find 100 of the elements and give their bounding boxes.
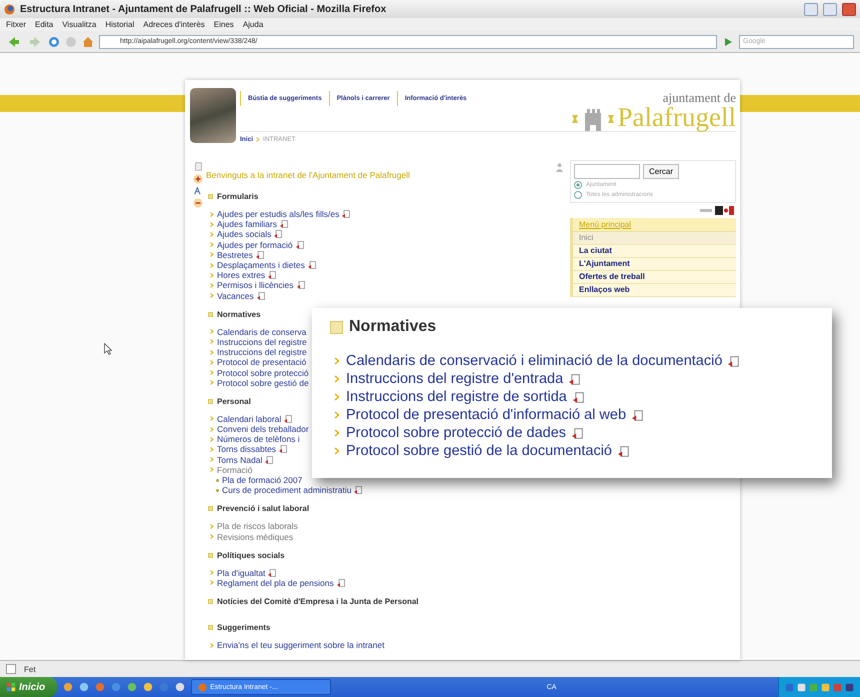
bullet-icon — [334, 375, 340, 383]
quick-launch-icon[interactable] — [63, 682, 74, 692]
menu-item[interactable]: Adreces d'interès — [143, 20, 205, 29]
document-link[interactable]: Protocol sobre protecció — [217, 368, 309, 378]
quick-launch-icon[interactable] — [127, 682, 138, 692]
document-icon — [296, 240, 304, 249]
bullet-icon — [210, 524, 214, 529]
menu-link[interactable]: La ciutat — [573, 245, 736, 258]
quick-launch-icon[interactable] — [143, 682, 154, 692]
section-title: Prevenció i salut laboral — [217, 504, 310, 514]
document-icon — [572, 428, 584, 438]
zoom-in-icon[interactable] — [193, 174, 203, 184]
bullet-icon — [210, 416, 214, 422]
document-link[interactable]: Conveni dels treballador — [217, 424, 309, 434]
document-link[interactable]: Bestretes — [217, 250, 253, 260]
quick-launch-icon[interactable] — [111, 682, 122, 692]
callout-title: Normatives — [349, 318, 436, 336]
bullet-icon — [210, 457, 214, 462]
reload-icon[interactable] — [48, 36, 60, 48]
print-icon[interactable] — [194, 162, 202, 171]
home-icon[interactable] — [82, 36, 94, 48]
square-bullet-icon — [208, 506, 213, 512]
maximize-button[interactable] — [823, 2, 837, 16]
document-link[interactable]: Envia'ns el teu suggeriment sobre la intranet — [217, 640, 384, 650]
document-link[interactable]: Desplaçaments i dietes — [217, 260, 305, 270]
document-link[interactable]: Reglament del pla de pensions — [217, 578, 334, 588]
document-link[interactable]: Permisos i llicències — [217, 280, 294, 290]
castle-logo-icon — [572, 107, 614, 131]
menu-link[interactable]: Ofertes de treball — [573, 271, 736, 284]
document-link[interactable]: Protocol sobre gestió de la documentació — [346, 443, 612, 459]
menu-heading: Menú principal — [573, 218, 736, 232]
square-bullet-icon — [208, 625, 213, 630]
quick-launch-icon[interactable] — [175, 682, 186, 692]
document-link[interactable]: Instruccions del registre de sortida — [346, 389, 567, 405]
document-link[interactable]: Calendaris de conservació i eliminació de la documentació — [346, 353, 722, 369]
document-link[interactable]: Protocol de presentació — [217, 357, 306, 368]
document-link[interactable]: Vacances — [217, 290, 254, 301]
document-link[interactable]: Pla d'igualtat — [217, 568, 266, 578]
document-icon — [268, 271, 276, 280]
document-link[interactable]: Ajudes per formació — [217, 240, 293, 250]
document-link[interactable]: Pla de formació 2007 — [222, 475, 302, 486]
document-link[interactable]: Instruccions del registre — [217, 347, 307, 358]
document-link[interactable]: Torns Nadal — [217, 454, 262, 465]
document-link[interactable]: Ajudes socials — [217, 229, 272, 240]
document-link[interactable]: Curs de procediment administratiu — [222, 485, 352, 496]
bullet-icon — [210, 339, 214, 344]
bullet-icon — [210, 350, 214, 355]
document-link[interactable]: Protocol sobre gestió de — [217, 378, 309, 388]
document-link[interactable]: Hores extres — [217, 270, 266, 280]
document-icon — [256, 250, 264, 259]
document-icon — [354, 486, 362, 494]
document-icon — [728, 356, 740, 366]
document-link[interactable]: Ajudes per estudis als/les fills/es — [217, 209, 340, 220]
search-input[interactable] — [574, 164, 640, 179]
document-link[interactable]: Instruccions del registre — [217, 336, 307, 347]
bullet-icon — [210, 467, 214, 472]
bullet-icon — [210, 212, 214, 217]
bullet-icon — [210, 380, 214, 386]
start-button[interactable]: Inicio — [0, 677, 58, 697]
zoom-out-icon[interactable] — [193, 198, 203, 208]
document-icon — [618, 446, 629, 456]
document-icon — [265, 456, 274, 464]
document-icon — [342, 210, 350, 218]
menu-item[interactable]: Historial — [105, 20, 134, 29]
menu-link[interactable]: L'Ajuntament — [573, 258, 736, 271]
welcome-text: Benvinguts a la intranet de l'Ajuntament de Palafrugell — [206, 170, 411, 180]
minimize-button[interactable] — [804, 2, 818, 16]
bullet-icon — [210, 570, 214, 576]
logo-title: Palafrugell — [618, 104, 736, 131]
status-text: Fet — [24, 664, 36, 674]
document-icon — [336, 578, 345, 587]
document-link[interactable]: Ajudes familiars — [217, 219, 277, 230]
section-title: Normatives — [217, 310, 261, 319]
square-bullet-icon — [330, 320, 343, 334]
close-button[interactable] — [842, 2, 856, 16]
document-link[interactable]: Protocol de presentació d'informació al web — [346, 407, 626, 423]
document-link[interactable]: Protocol sobre protecció de dades — [346, 425, 566, 441]
document-link[interactable]: Calendari laboral — [217, 414, 282, 424]
document-link[interactable]: Números de telèfons i — [217, 434, 300, 444]
document-link[interactable]: Calendaris de conserva — [217, 326, 306, 337]
menu-item[interactable]: Visualitza — [62, 20, 96, 29]
font-icon[interactable] — [193, 187, 203, 195]
section-title: Formularis — [217, 192, 258, 201]
go-icon[interactable] — [722, 36, 734, 48]
menu-item[interactable]: Ajuda — [242, 20, 264, 29]
bullet-icon — [210, 329, 214, 334]
document-icon — [280, 220, 288, 228]
stop-icon[interactable] — [65, 36, 77, 48]
bullet-icon — [210, 272, 214, 278]
menu-item[interactable]: Eines — [214, 20, 234, 29]
quick-launch-icon[interactable] — [79, 682, 90, 692]
square-bullet-icon — [208, 398, 213, 404]
document-link[interactable]: Torns dissabtes — [217, 444, 276, 454]
search-button[interactable]: Cercar — [643, 164, 680, 179]
menu-item[interactable]: Fitxer — [6, 20, 26, 29]
quick-launch-icon[interactable] — [95, 682, 106, 692]
bullet-icon — [210, 282, 214, 288]
menu-link[interactable]: Enllaços web — [573, 284, 736, 297]
menu-item[interactable]: Edita — [35, 20, 54, 29]
document-link[interactable]: Instruccions del registre d'entrada — [346, 371, 564, 387]
